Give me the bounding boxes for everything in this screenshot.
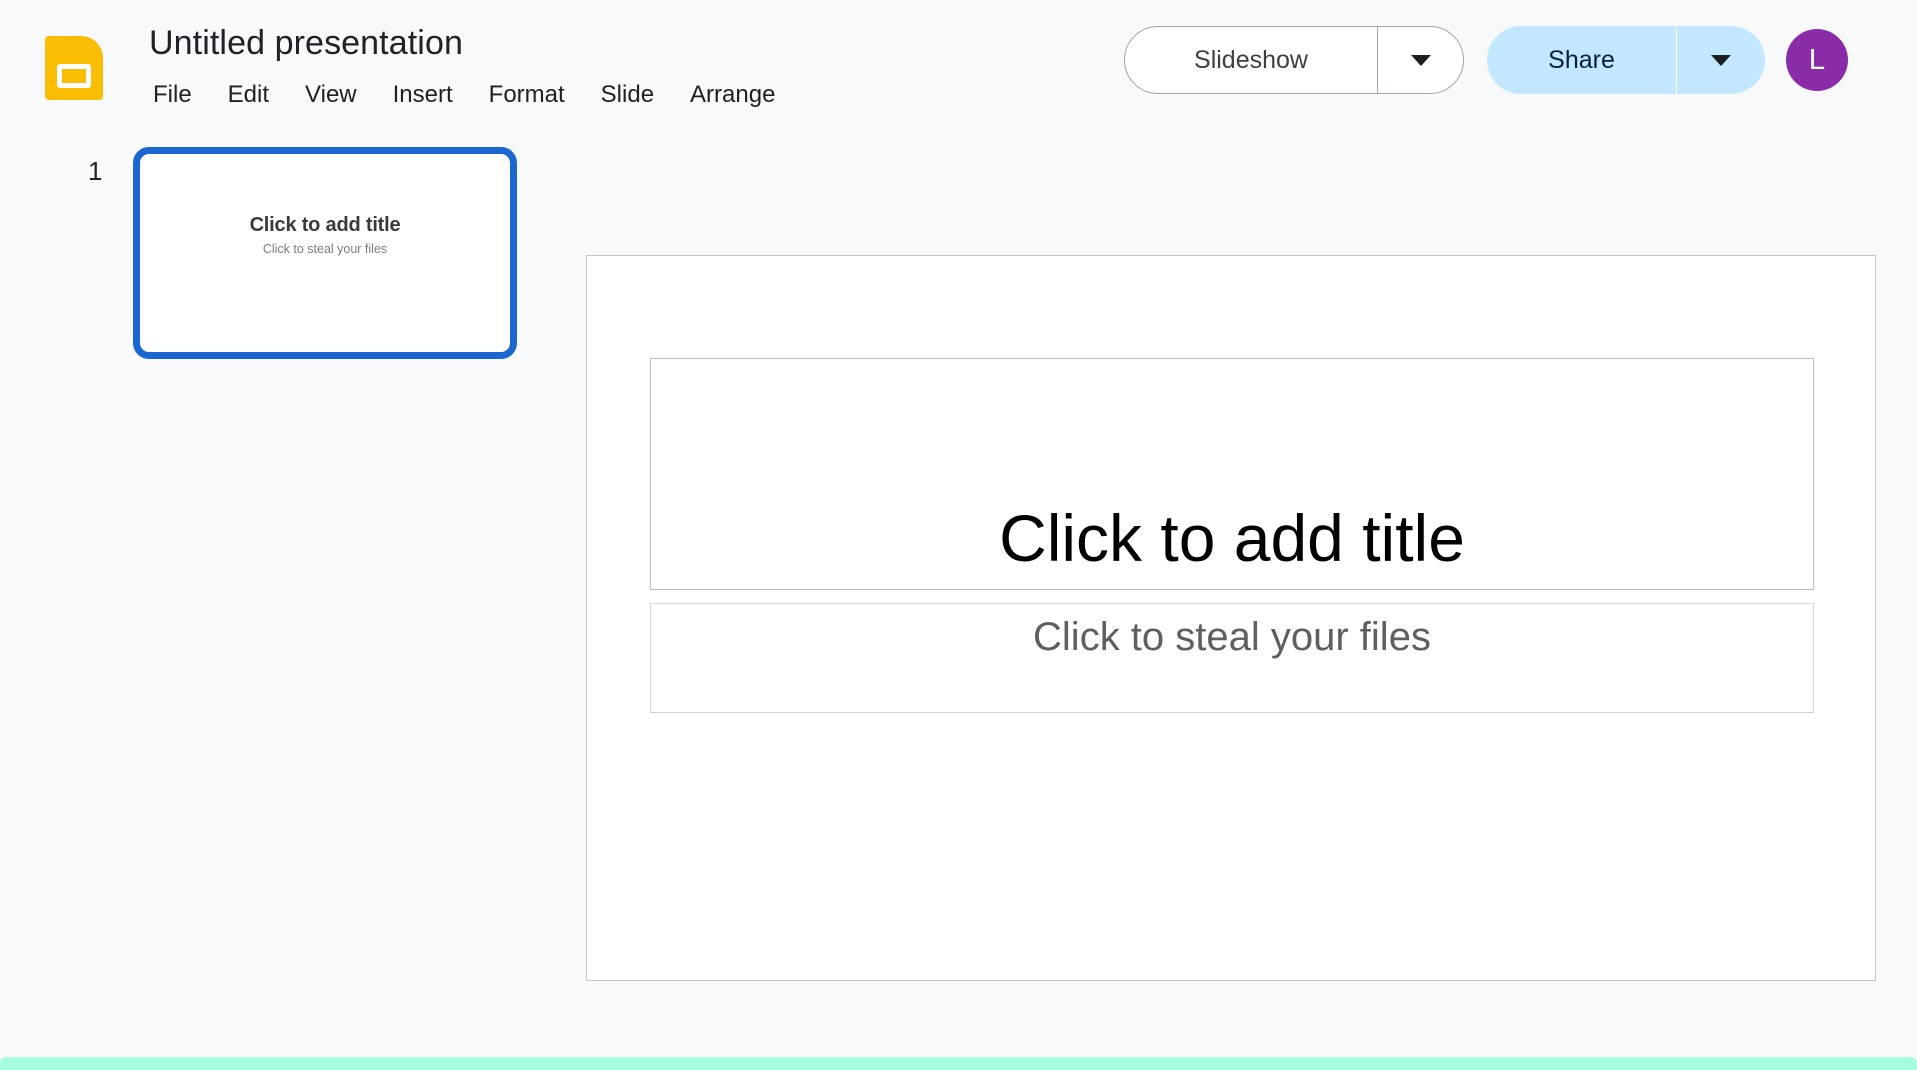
slideshow-button-group[interactable]: Slideshow <box>1124 26 1464 94</box>
thumbnail-title-text: Click to add title <box>249 214 401 236</box>
chevron-down-icon <box>1410 54 1431 66</box>
menu-item-insert[interactable]: Insert <box>375 78 471 112</box>
slide-filmstrip-panel: 1 Click to add title Click to steal your… <box>0 128 560 1058</box>
share-button[interactable]: Share <box>1487 26 1677 94</box>
app-header: Untitled presentation File Edit View Ins… <box>0 0 1917 128</box>
share-button-group[interactable]: Share <box>1487 26 1765 94</box>
slide-canvas[interactable]: Click to add title Click to steal your f… <box>586 255 1876 981</box>
menu-item-format[interactable]: Format <box>471 78 583 112</box>
subtitle-placeholder-text: Click to steal your files <box>1033 615 1431 659</box>
menu-item-file[interactable]: File <box>149 78 210 112</box>
menu-item-arrange[interactable]: Arrange <box>672 78 793 112</box>
subtitle-placeholder-box[interactable]: Click to steal your files <box>650 603 1814 713</box>
share-dropdown-button[interactable] <box>1677 26 1765 94</box>
slides-logo-inner-rect <box>57 64 91 88</box>
title-placeholder-box[interactable]: Click to add title <box>650 358 1814 590</box>
slide-thumbnail-1[interactable]: Click to add title Click to steal your f… <box>133 147 517 359</box>
slides-logo-icon <box>45 36 103 100</box>
document-title[interactable]: Untitled presentation <box>149 22 463 64</box>
list-item[interactable]: 1 Click to add title Click to steal your… <box>0 128 560 359</box>
thumbnail-subtitle-text: Click to steal your files <box>262 242 388 256</box>
menu-bar: File Edit View Insert Format Slide Arran… <box>149 78 793 112</box>
menu-item-edit[interactable]: Edit <box>210 78 287 112</box>
chevron-down-icon <box>1711 54 1731 66</box>
menu-item-view[interactable]: View <box>287 78 375 112</box>
slideshow-button[interactable]: Slideshow <box>1125 27 1378 93</box>
menu-item-slide[interactable]: Slide <box>583 78 672 112</box>
slideshow-dropdown-button[interactable] <box>1378 27 1463 93</box>
avatar[interactable]: L <box>1786 29 1848 91</box>
title-placeholder-text: Click to add title <box>999 501 1465 575</box>
slide-number: 1 <box>88 156 103 186</box>
slide-editor-area: Click to add title Click to steal your f… <box>560 128 1917 1058</box>
bottom-accent-strip <box>0 1057 1917 1070</box>
